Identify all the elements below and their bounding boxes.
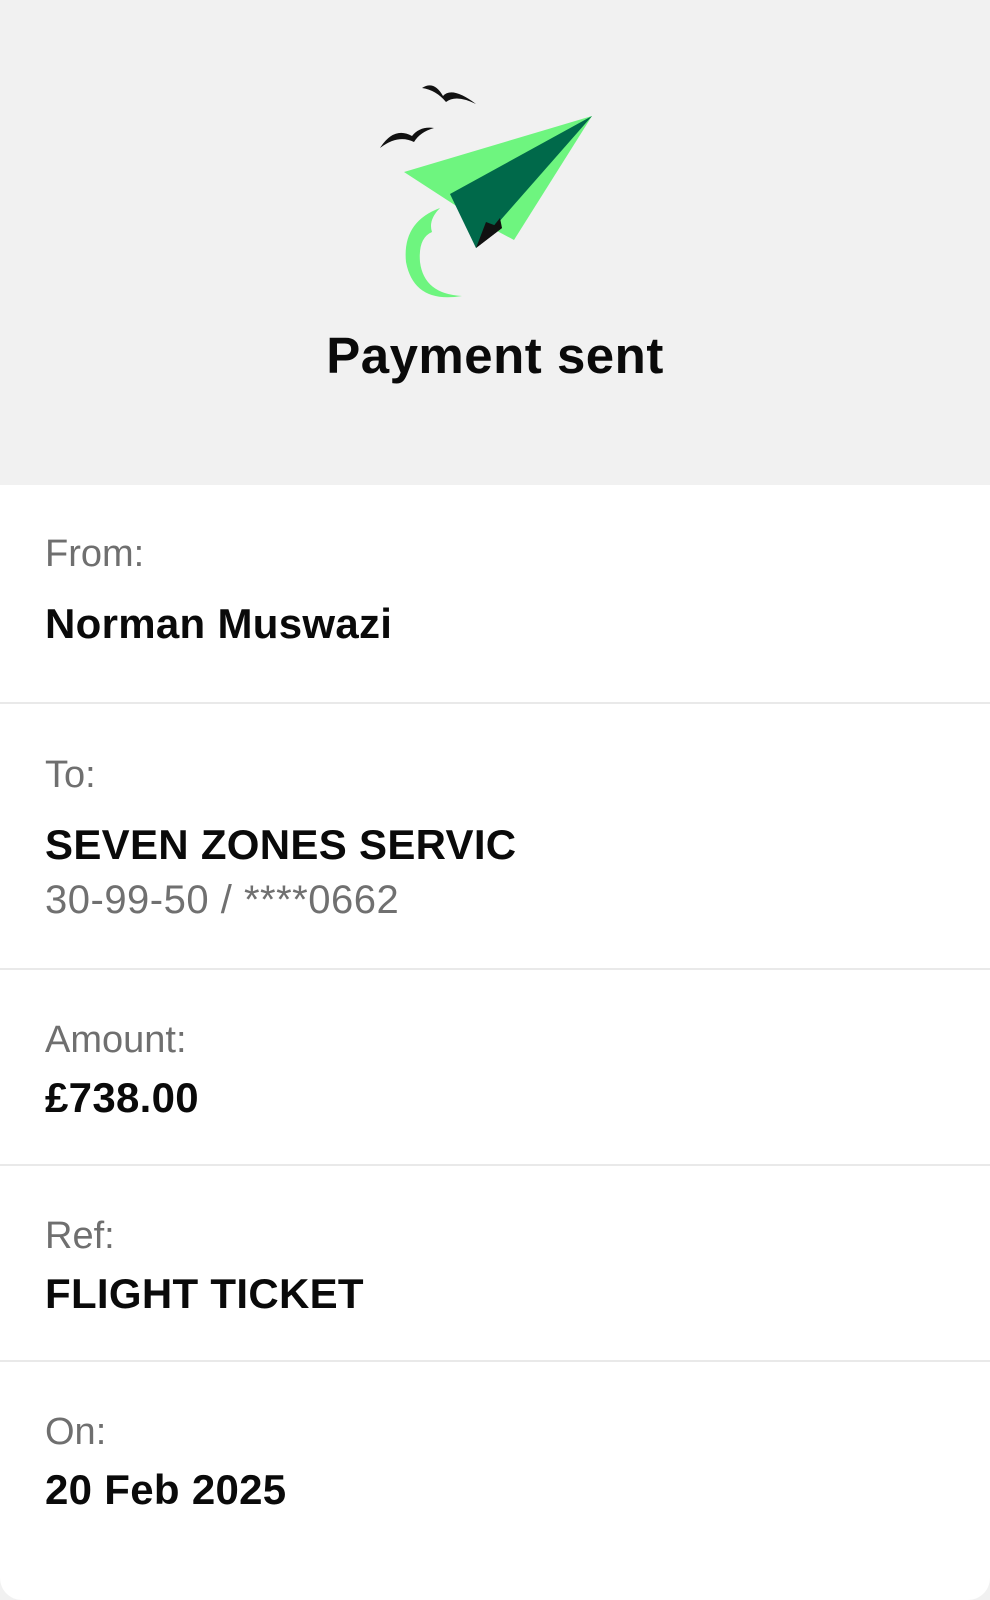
bird-icon [380, 127, 434, 148]
from-label: From: [45, 533, 145, 575]
payment-header: Payment sent [0, 0, 990, 485]
to-row: To: SEVEN ZONES SERVIC 30-99-50 / ****06… [0, 704, 990, 970]
bird-icon [422, 85, 476, 104]
paper-plane-icon [380, 85, 592, 298]
ref-label: Ref: [45, 1215, 115, 1257]
amount-row: Amount: £738.00 [0, 970, 990, 1166]
payment-details: From: Norman Muswazi To: SEVEN ZONES SER… [0, 485, 990, 1600]
ref-row: Ref: FLIGHT TICKET [0, 1166, 990, 1362]
from-row: From: Norman Muswazi [0, 485, 990, 704]
amount-value: £738.00 [45, 1074, 199, 1121]
to-value: SEVEN ZONES SERVIC [45, 821, 517, 868]
ref-value: FLIGHT TICKET [45, 1270, 364, 1317]
date-value: 20 Feb 2025 [45, 1466, 287, 1513]
account-number: 30-99-50 / ****0662 [45, 878, 400, 922]
date-row: On: 20 Feb 2025 [0, 1362, 990, 1598]
date-label: On: [45, 1411, 107, 1453]
amount-label: Amount: [45, 1019, 187, 1061]
trail-icon [405, 208, 462, 298]
page-title: Payment sent [326, 327, 664, 384]
from-value: Norman Muswazi [45, 600, 393, 647]
to-label: To: [45, 754, 96, 796]
